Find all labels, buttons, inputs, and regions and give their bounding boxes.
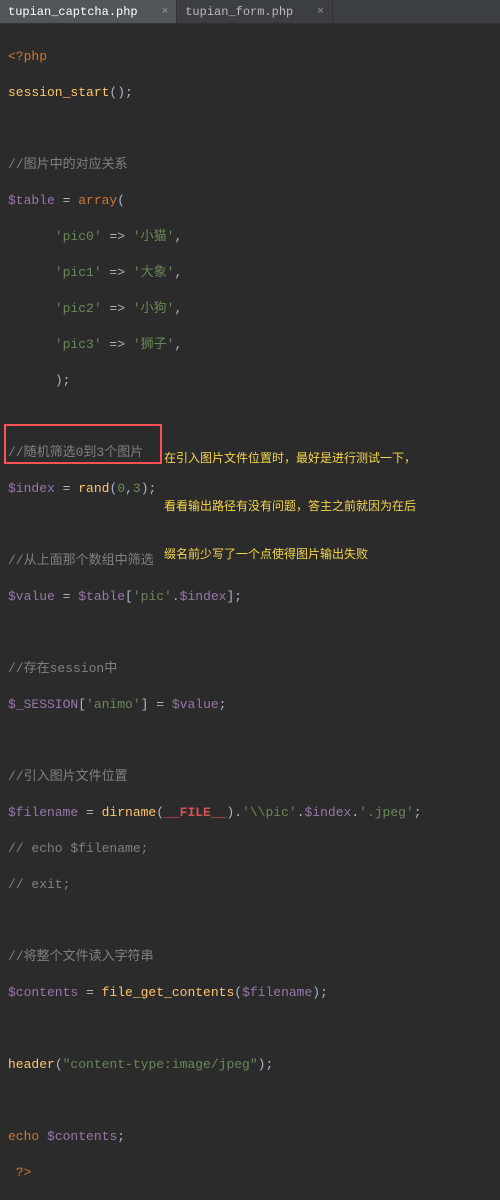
code-line: echo $contents;	[8, 1128, 492, 1146]
code-line: session_start();	[8, 84, 492, 102]
tab-label: tupian_form.php	[185, 5, 293, 19]
tab-label: tupian_captcha.php	[8, 5, 138, 19]
code-line: //将整个文件读入字符串	[8, 948, 492, 966]
code-line: $table = array(	[8, 192, 492, 210]
code-line	[8, 624, 492, 642]
code-line: //图片中的对应关系	[8, 156, 492, 174]
code-line: $contents = file_get_contents($filename)…	[8, 984, 492, 1002]
code-line: //随机筛选0到3个图片	[8, 444, 492, 462]
code-line: );	[8, 372, 492, 390]
tab-bar: tupian_captcha.php × tupian_form.php ×	[0, 0, 500, 24]
code-line: 'pic1' => '大象',	[8, 264, 492, 282]
code-editor[interactable]: <?php session_start(); //图片中的对应关系 $table…	[0, 24, 500, 1200]
code-line	[8, 516, 492, 534]
code-line: $filename = dirname(__FILE__).'\\pic'.$i…	[8, 804, 492, 822]
code-line: $value = $table['pic'.$index];	[8, 588, 492, 606]
code-line	[8, 1092, 492, 1110]
close-icon[interactable]: ×	[317, 6, 324, 18]
code-line	[8, 408, 492, 426]
code-line: $_SESSION['animo'] = $value;	[8, 696, 492, 714]
code-line: <?php	[8, 48, 492, 66]
code-line: ?>	[8, 1164, 492, 1182]
tab-form[interactable]: tupian_form.php ×	[177, 0, 333, 23]
code-line: //引入图片文件位置	[8, 768, 492, 786]
code-line: //存在session中	[8, 660, 492, 678]
close-icon[interactable]: ×	[162, 6, 169, 18]
tab-captcha[interactable]: tupian_captcha.php ×	[0, 0, 177, 23]
code-line: // exit;	[8, 876, 492, 894]
code-line	[8, 732, 492, 750]
code-line: 'pic2' => '小狗',	[8, 300, 492, 318]
code-line	[8, 120, 492, 138]
code-line: //从上面那个数组中筛选	[8, 552, 492, 570]
code-line	[8, 912, 492, 930]
code-line: $index = rand(0,3);	[8, 480, 492, 498]
code-line: 'pic3' => '狮子',	[8, 336, 492, 354]
code-line: // echo $filename;	[8, 840, 492, 858]
code-line: 'pic0' => '小猫',	[8, 228, 492, 246]
code-line	[8, 1020, 492, 1038]
code-line: header("content-type:image/jpeg");	[8, 1056, 492, 1074]
